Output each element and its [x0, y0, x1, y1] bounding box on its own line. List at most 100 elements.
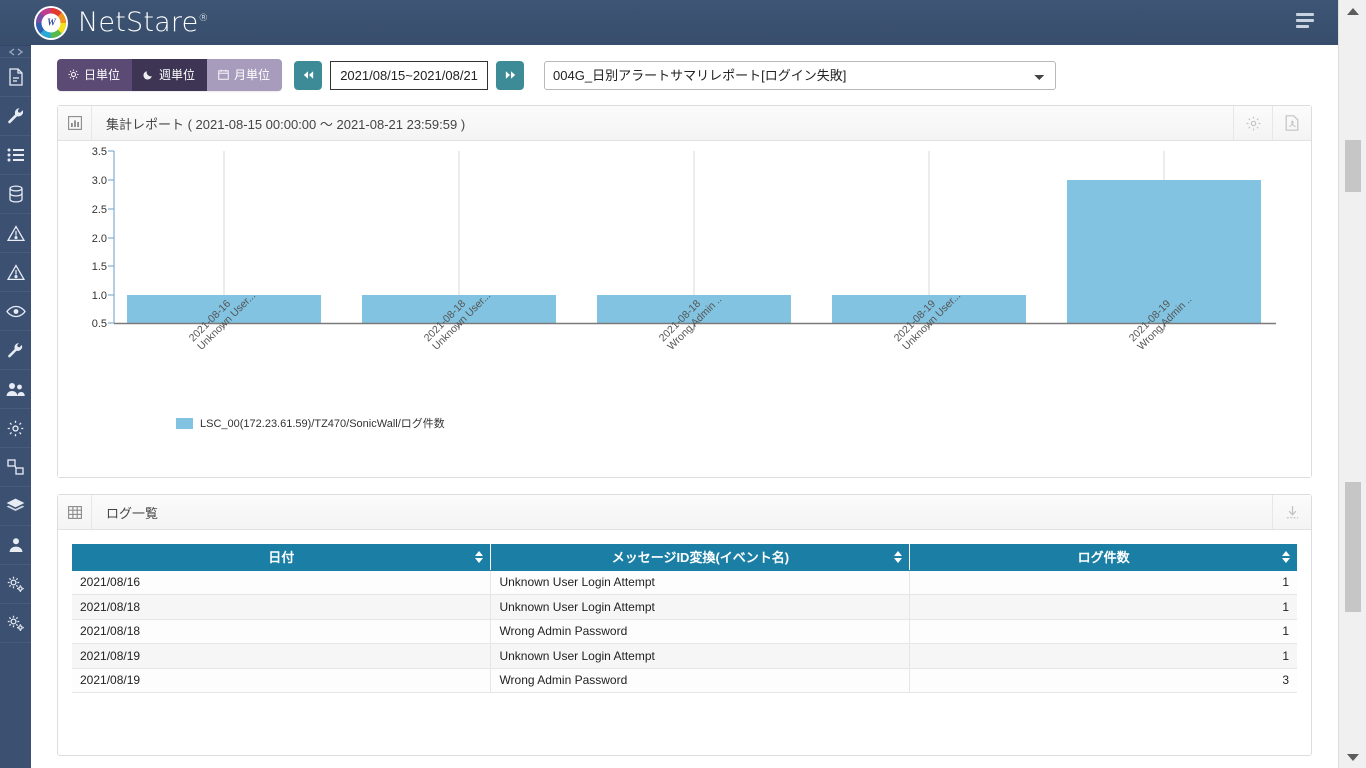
- brand-logo[interactable]: W NetStare®: [36, 7, 209, 38]
- network-nodes-icon: [6, 458, 24, 475]
- table-panel-title: ログ一覧: [106, 505, 159, 521]
- column-header-count[interactable]: ログ件数: [909, 544, 1297, 571]
- menu-bar-3: [1296, 25, 1309, 28]
- cell-message: Wrong Admin Password: [490, 619, 911, 644]
- brand-name: NetStare®: [78, 7, 209, 38]
- chart-legend[interactable]: LSC_00(172.23.61.59)/TZ470/SonicWall/ログ件…: [176, 415, 445, 431]
- netstare-logo-icon: W: [36, 7, 66, 38]
- sort-arrows-icon[interactable]: [1282, 550, 1290, 563]
- svg-text:2.0: 2.0: [92, 233, 107, 245]
- sidebar-item-database[interactable]: [0, 175, 31, 214]
- week-unit-label: 週単位: [159, 68, 196, 82]
- report-toolbar: 日単位 週単位 月単位 2021/08/15~2021/08/21 004G_日…: [31, 45, 1338, 103]
- database-icon: [8, 185, 23, 203]
- table-grid-icon: [58, 495, 92, 529]
- chart-canvas-area: 3.5 3.0 2.5 2.0 1.5 1.0 0.5 2021-08-16 U…: [58, 141, 1311, 477]
- sort-arrows-icon[interactable]: [475, 550, 484, 563]
- menu-bar-2: [1296, 19, 1314, 22]
- sidebar-item-report[interactable]: [0, 58, 31, 97]
- sidebar-item-wrench[interactable]: [0, 331, 31, 370]
- cell-message: Wrong Admin Password: [490, 668, 911, 693]
- day-unit-button[interactable]: 日単位: [57, 59, 133, 91]
- brand-trademark: ®: [198, 13, 209, 24]
- table-row[interactable]: 2021/08/19 Unknown User Login Attempt 1: [72, 643, 1297, 669]
- sidebar-item-alert-2[interactable]: [0, 253, 31, 292]
- sidebar-item-admin-user[interactable]: [0, 526, 31, 565]
- cell-date: 2021/08/18: [72, 619, 492, 644]
- double-chevron-right-icon: [505, 71, 515, 79]
- svg-text:3.0: 3.0: [92, 175, 107, 187]
- chart-settings-button[interactable]: [1233, 106, 1272, 140]
- main-content-area: 日単位 週単位 月単位 2021/08/15~2021/08/21 004G_日…: [31, 45, 1338, 768]
- cell-date: 2021/08/18: [72, 594, 492, 620]
- sidebar-item-config-1[interactable]: [0, 565, 31, 604]
- log-table: 日付 メッセージID変換(イベント名) ログ件数 2021/08/16 Unkn…: [72, 544, 1297, 693]
- sidebar-item-alert-1[interactable]: [0, 214, 31, 253]
- report-type-select[interactable]: 004G_日別アラートサマリレポート[ログイン失敗]: [544, 60, 1057, 90]
- bar-chart-icon: [58, 106, 92, 140]
- table-row[interactable]: 2021/08/19 Wrong Admin Password 3: [72, 668, 1297, 693]
- sidebar-item-list[interactable]: [0, 136, 31, 175]
- chart-pdf-export-button[interactable]: [1272, 106, 1311, 140]
- user-admin-icon: [9, 538, 22, 552]
- scroll-down-button[interactable]: [1339, 746, 1366, 768]
- column-header-date[interactable]: 日付: [72, 544, 492, 571]
- sidebar-item-monitor[interactable]: [0, 292, 31, 331]
- table-download-button[interactable]: [1272, 495, 1311, 529]
- sidebar-item-network[interactable]: [0, 448, 31, 487]
- date-range-input[interactable]: [330, 60, 489, 90]
- week-unit-button[interactable]: 週単位: [132, 59, 208, 91]
- hamburger-menu-icon[interactable]: [1296, 13, 1316, 31]
- previous-period-button[interactable]: [294, 60, 323, 90]
- scrollbar-thumb-upper[interactable]: [1345, 140, 1361, 192]
- page-scrollbar[interactable]: [1338, 0, 1366, 768]
- table-row[interactable]: 2021/08/18 Unknown User Login Attempt 1: [72, 594, 1297, 620]
- sidebar-item-users[interactable]: [0, 370, 31, 409]
- cell-date: 2021/08/19: [72, 643, 492, 669]
- alert-triangle-icon: [6, 224, 25, 241]
- brand-name-text: NetStare: [78, 7, 199, 38]
- cell-message: Unknown User Login Attempt: [490, 643, 911, 669]
- y-axis-ticks: 3.5 3.0 2.5 2.0 1.5 1.0 0.5: [92, 146, 114, 330]
- table-header-row: 日付 メッセージID変換(イベント名) ログ件数: [72, 544, 1297, 571]
- cell-count: 3: [909, 668, 1297, 693]
- table-row[interactable]: 2021/08/18 Wrong Admin Password 1: [72, 619, 1297, 644]
- sidebar-item-tools[interactable]: [0, 97, 31, 136]
- column-header-message[interactable]: メッセージID変換(イベント名): [490, 544, 911, 571]
- list-icon: [7, 148, 24, 162]
- log-table-head: 日付 メッセージID変換(イベント名) ログ件数: [72, 544, 1297, 571]
- scrollbar-thumb-lower[interactable]: [1345, 482, 1361, 612]
- column-header-count-label: ログ件数: [1077, 550, 1130, 566]
- gears-settings-icon: [7, 576, 24, 592]
- gear-icon: [7, 420, 24, 436]
- scroll-up-button[interactable]: [1339, 0, 1366, 22]
- cell-count: 1: [909, 643, 1297, 669]
- cell-date: 2021/08/19: [72, 668, 492, 693]
- pdf-export-icon: [1285, 115, 1299, 131]
- column-header-date-label: 日付: [268, 550, 295, 566]
- cell-message: Unknown User Login Attempt: [490, 594, 911, 620]
- day-unit-label: 日単位: [84, 68, 121, 82]
- sort-arrows-icon[interactable]: [894, 550, 903, 563]
- month-unit-button[interactable]: 月単位: [207, 59, 283, 91]
- sidebar-item-layers[interactable]: [0, 487, 31, 526]
- sidebar-item-config-2[interactable]: [0, 604, 31, 643]
- cell-count: 1: [909, 619, 1297, 644]
- double-chevron-left-icon: [303, 71, 313, 79]
- svg-text:1.5: 1.5: [92, 261, 107, 273]
- cell-message: Unknown User Login Attempt: [490, 570, 911, 595]
- triangle-up-icon: [1347, 7, 1359, 15]
- chart-panel-header: 集計レポート ( 2021-08-15 00:00:00 ～ 2021-08-2…: [58, 106, 1311, 141]
- next-period-button[interactable]: [496, 60, 525, 90]
- moon-icon: [143, 71, 152, 80]
- sidebar-item-settings[interactable]: [0, 409, 31, 448]
- sun-icon: [68, 69, 79, 80]
- column-header-message-label: メッセージID変換(イベント名): [611, 550, 790, 566]
- sidebar-item-collapse[interactable]: [0, 46, 31, 58]
- triangle-down-icon: [1347, 753, 1359, 761]
- top-header-bar: W NetStare®: [0, 0, 1338, 45]
- tools-wrench-icon: [7, 108, 23, 124]
- gear-icon: [1246, 116, 1260, 130]
- calendar-icon: [218, 69, 229, 80]
- table-row[interactable]: 2021/08/16 Unknown User Login Attempt 1: [72, 570, 1297, 595]
